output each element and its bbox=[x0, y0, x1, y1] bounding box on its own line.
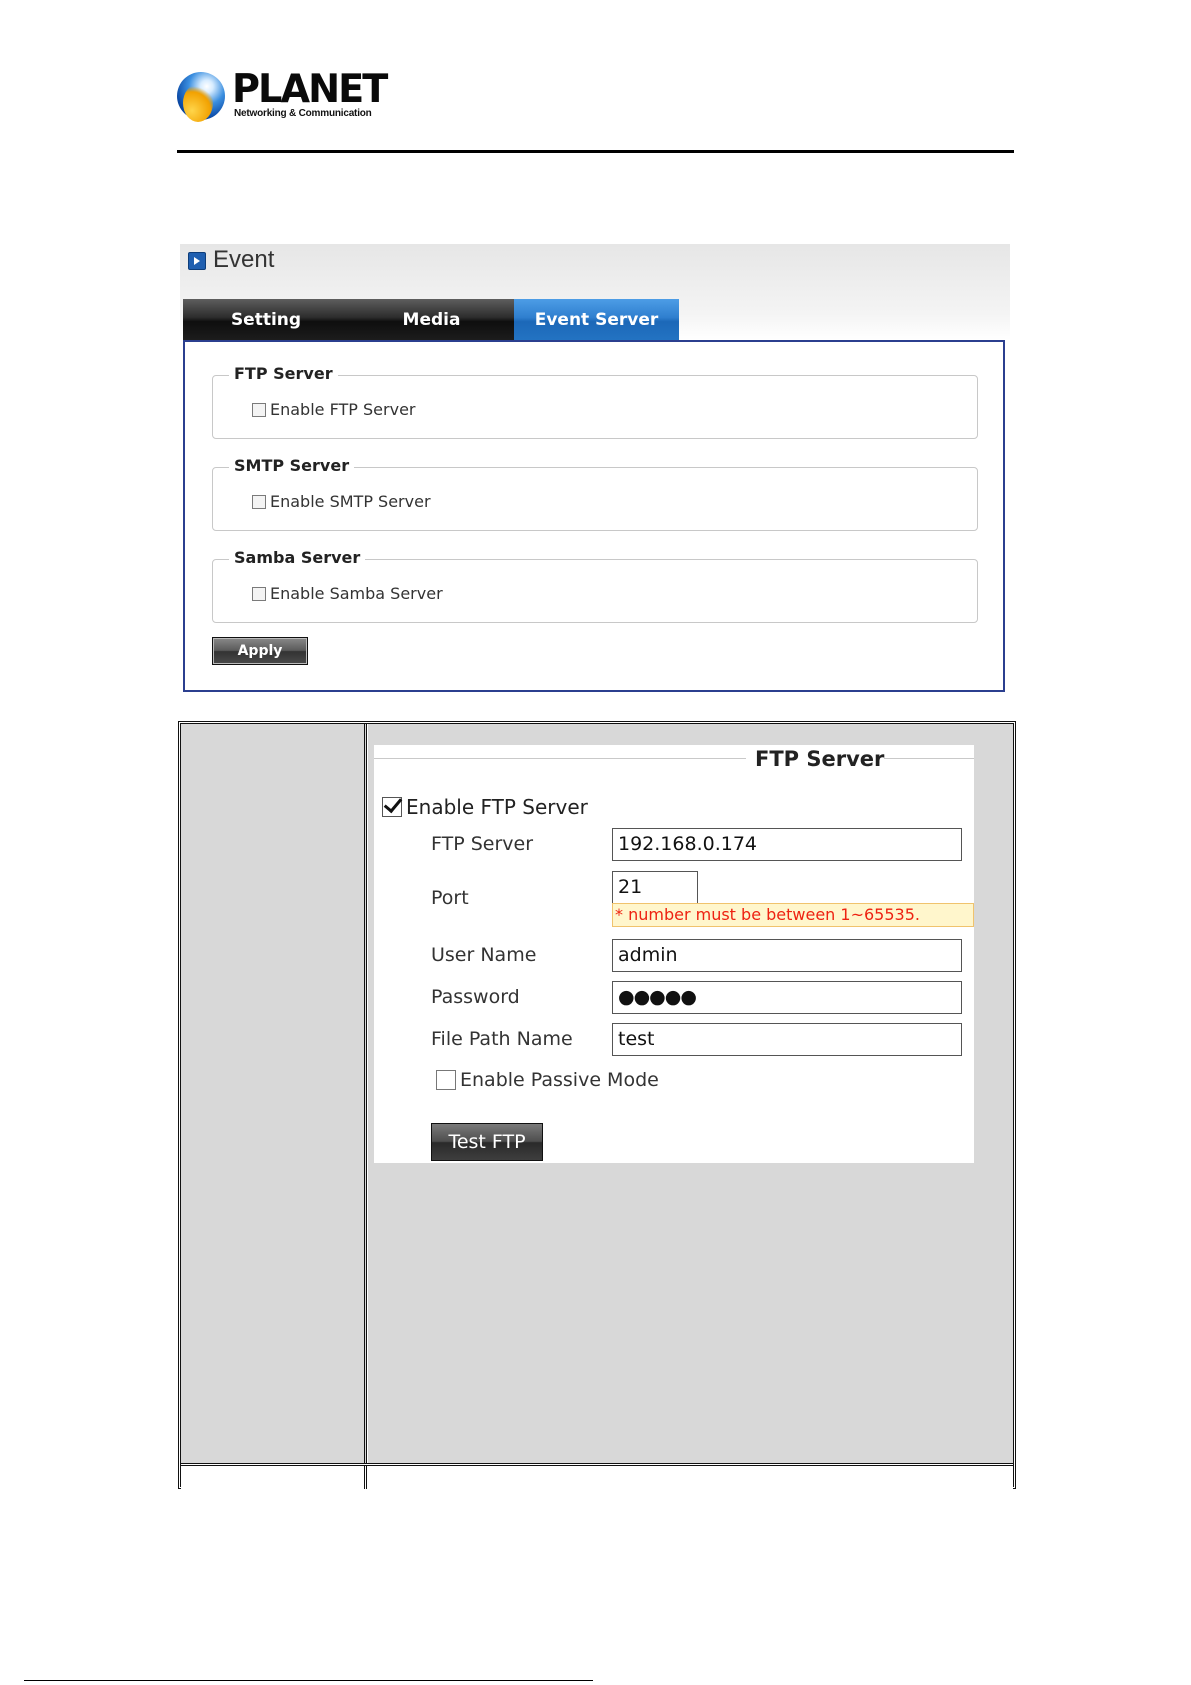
ftp-settings-form: FTP Server Enable FTP Server FTP Server … bbox=[374, 745, 974, 1163]
option-label: Enable FTP Server bbox=[270, 400, 416, 419]
brand-tagline: Networking & Communication bbox=[234, 108, 372, 119]
option-label: Enable SMTP Server bbox=[270, 492, 431, 511]
samba-server-fieldset: Samba Server Enable Samba Server bbox=[212, 548, 978, 623]
ftp-server-input[interactable]: 192.168.0.174 bbox=[612, 828, 962, 861]
event-panel: Event Setting Media Event Server FTP Ser… bbox=[180, 244, 1010, 694]
passive-mode-checkbox[interactable] bbox=[436, 1070, 456, 1090]
page-title: Event bbox=[213, 246, 275, 273]
footer-divider bbox=[24, 1680, 593, 1681]
table-row-bottom bbox=[181, 1463, 1013, 1489]
enable-smtp-checkbox[interactable] bbox=[252, 494, 266, 509]
legend-rule-right bbox=[884, 758, 974, 759]
username-input[interactable]: admin bbox=[612, 939, 962, 972]
header-divider bbox=[177, 150, 1014, 153]
enable-ftp-option[interactable]: Enable FTP Server bbox=[252, 400, 415, 419]
enable-ftp-label: Enable FTP Server bbox=[406, 795, 588, 819]
passive-mode-label: Enable Passive Mode bbox=[460, 1069, 659, 1091]
port-label: Port bbox=[431, 887, 469, 909]
enable-smtp-option[interactable]: Enable SMTP Server bbox=[252, 492, 431, 511]
username-label: User Name bbox=[431, 944, 537, 966]
tab-bar: Setting Media Event Server bbox=[183, 299, 679, 340]
legend-rule-left bbox=[374, 758, 746, 759]
ftp-legend: FTP Server bbox=[755, 747, 885, 771]
password-input[interactable]: ●●●●● bbox=[612, 981, 962, 1014]
cell-divider bbox=[364, 1466, 367, 1489]
file-path-input[interactable]: test bbox=[612, 1023, 962, 1056]
port-validation-hint: * number must be between 1~65535. bbox=[612, 903, 974, 927]
play-arrow-icon bbox=[188, 252, 206, 270]
tab-setting[interactable]: Setting bbox=[183, 299, 349, 340]
enable-samba-checkbox[interactable] bbox=[252, 586, 266, 601]
file-path-label: File Path Name bbox=[431, 1028, 573, 1050]
tab-media[interactable]: Media bbox=[349, 299, 514, 340]
tab-event-server[interactable]: Event Server bbox=[514, 299, 679, 340]
event-server-content: FTP Server Enable FTP Server SMTP Server… bbox=[183, 340, 1005, 692]
port-input[interactable]: 21 bbox=[612, 871, 698, 904]
option-label: Enable Samba Server bbox=[270, 584, 443, 603]
brand-name: PLANET bbox=[232, 67, 388, 112]
smtp-server-fieldset: SMTP Server Enable SMTP Server bbox=[212, 456, 978, 531]
logo-swoosh bbox=[183, 84, 213, 122]
planet-logo: PLANET Networking & Communication bbox=[177, 68, 388, 124]
ftp-server-label: FTP Server bbox=[431, 833, 534, 855]
fieldset-legend: FTP Server bbox=[229, 364, 338, 383]
test-ftp-button[interactable]: Test FTP bbox=[431, 1123, 543, 1161]
enable-ftp-row[interactable]: Enable FTP Server bbox=[382, 795, 588, 819]
fieldset-legend: SMTP Server bbox=[229, 456, 355, 475]
fieldset-legend: Samba Server bbox=[229, 548, 366, 567]
passive-mode-row[interactable]: Enable Passive Mode bbox=[436, 1069, 659, 1091]
table-cell-left bbox=[181, 724, 367, 1463]
password-label: Password bbox=[431, 986, 520, 1008]
ftp-server-fieldset: FTP Server Enable FTP Server bbox=[212, 364, 978, 439]
apply-button[interactable]: Apply bbox=[212, 637, 308, 665]
enable-samba-option[interactable]: Enable Samba Server bbox=[252, 584, 443, 603]
enable-ftp-checkbox[interactable] bbox=[252, 402, 266, 417]
enable-ftp-checkbox-checked[interactable] bbox=[382, 797, 402, 817]
